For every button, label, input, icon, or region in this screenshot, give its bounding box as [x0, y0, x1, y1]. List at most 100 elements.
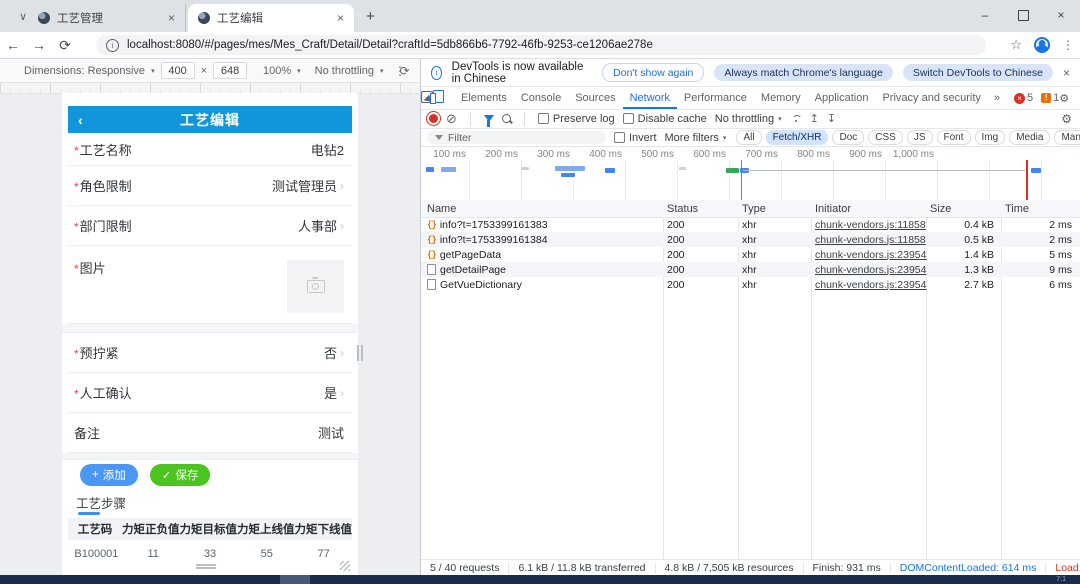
tab-elements[interactable]: Elements [454, 87, 514, 109]
column-header-initiator[interactable]: Initiator [815, 203, 851, 215]
window-controls: – × [966, 0, 1080, 30]
bookmark-star-icon[interactable]: ☆ [1010, 37, 1022, 53]
console-errors-badge[interactable]: × 5 [1014, 92, 1033, 104]
initiator-link[interactable]: chunk-vendors.js:23954 [815, 279, 927, 291]
column-header-time[interactable]: Time [1005, 203, 1029, 215]
column-header-status[interactable]: Status [667, 203, 698, 215]
column-header-size[interactable]: Size [930, 203, 951, 215]
tab-network[interactable]: Network [623, 87, 677, 109]
tab-close-icon[interactable]: × [168, 11, 175, 25]
browser-tab-craft-management[interactable]: 工艺管理 × [28, 4, 186, 32]
minimize-button[interactable]: – [966, 0, 1004, 30]
chip-img[interactable]: Img [975, 130, 1006, 145]
dimensions-select[interactable]: Dimensions: Responsive [24, 65, 145, 77]
close-button[interactable]: × [1042, 0, 1080, 30]
tab-close-icon[interactable]: × [337, 11, 344, 25]
maximize-button[interactable] [1004, 0, 1042, 30]
clear-network-log-icon[interactable]: ⊘ [446, 113, 457, 125]
zoom-select[interactable]: 100% [263, 65, 291, 77]
back-button[interactable]: ← [0, 37, 26, 53]
add-button[interactable]: +添加 [80, 464, 138, 486]
browser-tab-craft-edit[interactable]: 工艺编辑 × [188, 4, 354, 32]
throttling-select[interactable]: No throttling [315, 65, 374, 77]
chip-font[interactable]: Font [937, 130, 971, 145]
network-overview-timeline[interactable]: 100 ms 200 ms 300 ms 400 ms 500 ms 600 m… [421, 147, 1080, 201]
save-button[interactable]: ✓保存 [150, 464, 211, 486]
chip-js[interactable]: JS [907, 130, 933, 145]
chip-manifest[interactable]: Manifest [1054, 130, 1080, 145]
chip-all[interactable]: All [736, 130, 761, 145]
chip-doc[interactable]: Doc [832, 130, 864, 145]
form-row-department-limit[interactable]: *部门限制 人事部› [68, 206, 352, 246]
invert-checkbox[interactable]: Invert [614, 132, 657, 144]
viewport-width-input[interactable] [161, 62, 195, 79]
cell-torque-tolerance: 11 [125, 548, 182, 560]
search-icon[interactable] [502, 114, 511, 123]
infobar-close-icon[interactable]: × [1063, 66, 1070, 80]
network-conditions-icon[interactable] [790, 115, 802, 123]
request-row[interactable]: {}getPageData 200 xhr chunk-vendors.js:2… [421, 247, 1080, 262]
filter-input[interactable] [448, 132, 598, 144]
column-header-name[interactable]: Name [427, 203, 456, 215]
chip-fetch-xhr[interactable]: Fetch/XHR [766, 130, 829, 145]
viewport-resize-handle-bottom[interactable] [196, 564, 216, 569]
form-row-craft-name[interactable]: *工艺名称 电钻2 [68, 133, 352, 166]
viewport-height-input[interactable] [213, 62, 247, 79]
initiator-link[interactable]: chunk-vendors.js:23954 [815, 249, 927, 261]
reload-button[interactable]: ⟳ [52, 37, 78, 54]
device-toolbar-toggle-icon[interactable] [433, 90, 444, 106]
initiator-link[interactable]: chunk-vendors.js:23954 [815, 264, 927, 276]
match-language-button[interactable]: Always match Chrome's language [714, 64, 892, 81]
switch-to-chinese-button[interactable]: Switch DevTools to Chinese [903, 64, 1053, 81]
issues-badge[interactable]: ! 1 [1041, 92, 1059, 104]
request-row[interactable]: {}info?t=1753399161384 200 xhr chunk-ven… [421, 232, 1080, 247]
form-row-manual-confirm[interactable]: *人工确认 是› [68, 373, 352, 413]
timeline-tick: 1,000 ms [893, 149, 934, 160]
initiator-link[interactable]: chunk-vendors.js:11858 [815, 234, 926, 246]
viewport-resize-handle-corner[interactable] [340, 561, 350, 571]
browser-menu-icon[interactable]: ⋮ [1062, 38, 1074, 52]
network-settings-gear-icon[interactable]: ⚙ [1061, 112, 1072, 126]
chip-css[interactable]: CSS [868, 130, 903, 145]
form-row-pretighten[interactable]: *预拧紧 否› [68, 333, 352, 373]
request-row[interactable]: {}info?t=1753399161383 200 xhr chunk-ven… [421, 217, 1080, 232]
new-tab-button[interactable]: + [366, 8, 375, 25]
timeline-tick: 300 ms [537, 149, 570, 160]
tab-memory[interactable]: Memory [754, 87, 808, 109]
tab-sources[interactable]: Sources [568, 87, 622, 109]
form-row-remark[interactable]: 备注 测试 [68, 413, 352, 453]
dont-show-again-button[interactable]: Don't show again [602, 63, 704, 82]
column-header-type[interactable]: Type [742, 203, 766, 215]
timeline-activity-bar [555, 166, 585, 171]
initiator-link[interactable]: chunk-vendors.js:11858 [815, 219, 926, 231]
more-filters-select[interactable]: More filters ▾ [665, 132, 727, 144]
tab-performance[interactable]: Performance [677, 87, 754, 109]
language-infobar: i DevTools is now available in Chinese D… [421, 59, 1080, 87]
viewport-resize-handle-right[interactable] [357, 345, 363, 361]
steps-table: 工艺码 力矩正负值 力矩目标值 力矩上线值 力矩下线值 B100001 11 3… [68, 518, 352, 568]
site-info-icon[interactable]: i [106, 39, 119, 52]
tab-application[interactable]: Application [808, 87, 876, 109]
timeline-activity-bar [521, 167, 529, 170]
filter-toggle-icon[interactable] [484, 115, 494, 122]
profile-avatar[interactable] [1034, 37, 1050, 53]
record-network-log-icon[interactable] [429, 114, 438, 123]
chip-media[interactable]: Media [1009, 130, 1050, 145]
tab-console[interactable]: Console [514, 87, 568, 109]
export-har-icon[interactable]: ↧ [827, 112, 836, 125]
import-har-icon[interactable]: ↥ [810, 112, 819, 125]
address-bar[interactable]: i localhost:8080/#/pages/mes/Mes_Craft/D… [96, 35, 986, 55]
device-toolbar-menu-icon[interactable]: ⋮ [394, 64, 406, 78]
preserve-log-checkbox[interactable]: Preserve log [538, 113, 615, 125]
request-row[interactable]: GetVueDictionary 200 xhr chunk-vendors.j… [421, 277, 1080, 292]
disable-cache-checkbox[interactable]: Disable cache [623, 113, 707, 125]
forward-button[interactable]: → [26, 37, 52, 53]
form-row-role-limit[interactable]: *角色限制 测试管理员› [68, 166, 352, 206]
tab-privacy-security[interactable]: Privacy and security [875, 87, 987, 109]
back-chevron-icon[interactable]: ‹ [78, 112, 83, 128]
settings-gear-icon[interactable]: ⚙ [1059, 92, 1069, 105]
more-tabs-icon[interactable]: » [988, 92, 1006, 104]
image-upload-box[interactable] [287, 260, 344, 313]
network-throttling-select[interactable]: No throttling ▾ [715, 113, 782, 125]
request-row[interactable]: getDetailPage 200 xhr chunk-vendors.js:2… [421, 262, 1080, 277]
